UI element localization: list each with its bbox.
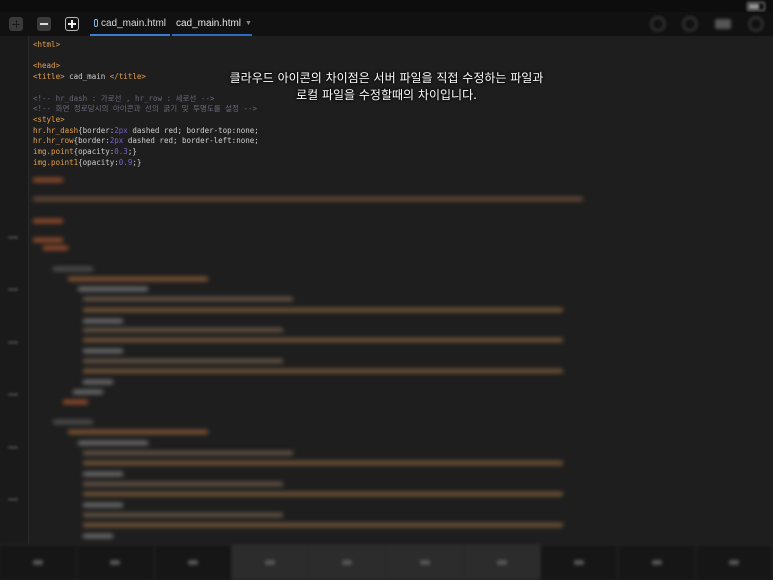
code-token: 2px <box>109 136 124 146</box>
accessory-key[interactable] <box>463 545 542 580</box>
accessory-key[interactable] <box>77 545 155 580</box>
accessory-key[interactable] <box>231 545 310 580</box>
keyboard-accessory-bar <box>0 544 773 580</box>
blurred-code-line <box>83 472 123 476</box>
blurred-code-line <box>83 308 563 312</box>
line-gutter <box>0 36 29 544</box>
action-icon[interactable] <box>651 17 665 31</box>
blurred-code-line <box>83 349 123 353</box>
more-icon[interactable] <box>749 17 763 31</box>
code-token: <style> <box>33 114 65 124</box>
blurred-code-line <box>53 267 93 271</box>
accessory-key[interactable] <box>0 545 78 580</box>
chevron-down-icon: ▼ <box>245 19 252 27</box>
line-number <box>8 288 18 291</box>
line-number <box>8 446 18 449</box>
status-indicators <box>747 1 765 11</box>
blurred-code-line <box>83 319 123 323</box>
blurred-code-line <box>83 461 563 465</box>
code-token: dashed red; border-top: <box>127 125 237 135</box>
code-editor[interactable]: <html> <head> <title> cad_main </title> … <box>0 36 773 544</box>
plus-icon[interactable] <box>62 14 82 34</box>
tab-label: cad_main.html <box>100 17 166 29</box>
preview-icon[interactable] <box>715 19 731 29</box>
blurred-code-line <box>68 430 208 434</box>
caption-line-2: 로컬 파일을 수정할때의 차이입니다. <box>296 88 477 102</box>
blurred-code-line <box>83 369 563 373</box>
blurred-code-line <box>33 219 63 223</box>
blurred-code-line <box>83 451 293 455</box>
blurred-code-line <box>53 420 93 424</box>
blurred-code-line <box>83 503 123 507</box>
line-number <box>8 393 18 396</box>
code-token: none; <box>236 125 264 135</box>
line-number <box>8 498 18 501</box>
code-token: hr.hr_row <box>33 136 74 146</box>
code-token: {border: <box>73 136 110 146</box>
status-clock <box>8 1 11 11</box>
blurred-code-line <box>83 482 283 486</box>
accessory-key[interactable] <box>386 545 464 580</box>
code-token: 0.3 <box>114 147 128 157</box>
code-token: none; <box>236 136 264 146</box>
status-bar <box>0 0 773 12</box>
blurred-code-line <box>83 380 113 384</box>
blurred-code-region <box>28 160 773 544</box>
code-token: 2px <box>114 125 128 135</box>
blurred-code-line <box>33 178 63 182</box>
blurred-code-line <box>83 534 113 538</box>
minus-icon[interactable] <box>34 14 54 34</box>
caption-line-1: 클라우드 아이콘의 차이점은 서버 파일을 직접 수정하는 파일과 <box>229 71 544 85</box>
blurred-code-line <box>83 492 563 496</box>
blurred-code-line <box>83 523 563 527</box>
accessory-key[interactable] <box>696 545 773 580</box>
code-token: dashed red; border-left: <box>123 136 237 146</box>
search-icon[interactable] <box>683 17 697 31</box>
tab-cloud-file[interactable]: cad_main.html <box>90 12 170 36</box>
tab-label: cad_main.html <box>176 17 242 29</box>
blurred-code-line <box>43 246 68 250</box>
code-token: hr.hr_dash <box>33 125 79 135</box>
code-token: {border: <box>78 125 115 135</box>
line-number <box>8 341 18 344</box>
line-number <box>8 236 18 239</box>
blurred-code-line <box>83 513 283 517</box>
blurred-code-line <box>83 297 293 301</box>
code-token: ;} <box>127 147 137 157</box>
accessory-key[interactable] <box>155 545 232 580</box>
code-token: img.point <box>33 147 74 157</box>
grid-icon[interactable] <box>6 14 26 34</box>
tab-local-file[interactable]: cad_main.html ▼ <box>172 12 252 36</box>
blurred-code-line <box>78 441 148 445</box>
battery-icon <box>747 1 765 11</box>
cloud-icon <box>94 19 98 27</box>
toolbar: cad_main.html cad_main.html ▼ <box>0 12 773 36</box>
code-comment: <!-- 화면 정로당시의 아이콘과 선의 굵기 및 투명도를 설정 --> <box>33 104 258 114</box>
blurred-code-line <box>33 238 63 242</box>
blurred-code-line <box>83 359 283 363</box>
toolbar-actions <box>651 17 773 31</box>
code-text: <html> <head> <title> cad_main </title> … <box>33 40 263 168</box>
blurred-code-line <box>83 338 563 342</box>
accessory-key[interactable] <box>618 545 696 580</box>
code-token: <html> <box>33 40 61 49</box>
code-token: {opacity: <box>73 147 115 157</box>
accessory-key[interactable] <box>541 545 619 580</box>
accessory-key[interactable] <box>309 545 387 580</box>
blurred-code-line <box>68 277 208 281</box>
blurred-code-line <box>33 197 583 201</box>
blurred-code-line <box>63 400 88 404</box>
blurred-code-line <box>73 390 103 394</box>
blurred-code-line <box>83 328 283 332</box>
blurred-code-line <box>78 287 148 291</box>
